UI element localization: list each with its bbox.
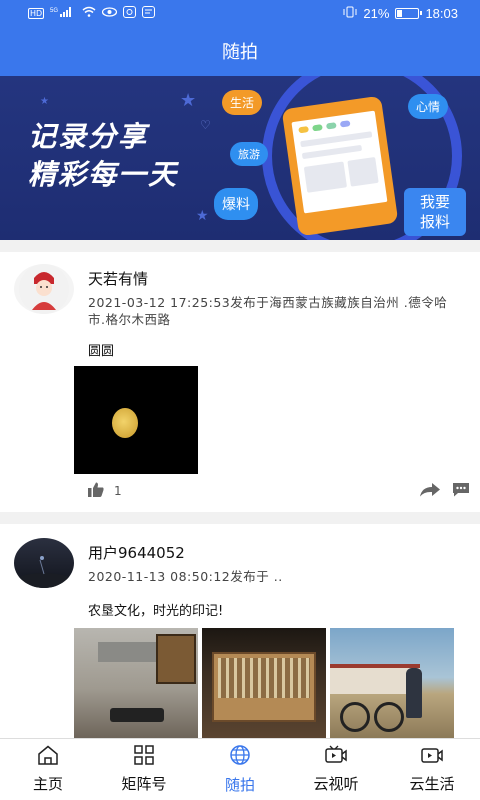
- report-button-line2: 报料: [419, 213, 450, 231]
- bottom-tab-bar: 主页 矩阵号 随拍 云视听 云生活: [0, 738, 480, 800]
- tab-matrix-label: 矩阵号: [121, 775, 167, 793]
- tab-snapshot-label: 随拍: [224, 776, 255, 794]
- tab-cloud-life-label: 云生活: [409, 775, 455, 793]
- tab-snapshot[interactable]: 随拍: [192, 739, 288, 800]
- status-bar: HD 5G 21% 18:03: [0, 0, 480, 26]
- tab-home-label: 主页: [32, 775, 63, 793]
- tab-cloud-av[interactable]: 云视听: [288, 739, 384, 800]
- bubble-news: 爆料: [214, 188, 258, 220]
- tab-cloud-life[interactable]: 云生活: [384, 739, 480, 800]
- tab-cloud-av-label: 云视听: [313, 775, 359, 793]
- post-username[interactable]: 天若有情: [88, 268, 148, 289]
- like-count: 1: [114, 484, 122, 498]
- comment-icon[interactable]: [452, 482, 470, 500]
- post-image[interactable]: [74, 628, 198, 738]
- star-icon: ★: [40, 96, 49, 107]
- like-icon[interactable]: [88, 482, 104, 500]
- svg-text:5G: 5G: [50, 8, 58, 14]
- tab-home[interactable]: 主页: [0, 739, 96, 800]
- bubble-mood: 心情: [408, 94, 449, 119]
- post-image[interactable]: [330, 628, 454, 738]
- banner-headline-line2: 精彩每一天: [28, 158, 179, 191]
- banner-headline: 记录分享 精彩每一天: [28, 118, 178, 194]
- home-icon: [37, 745, 59, 769]
- star-icon: ★: [180, 90, 197, 111]
- title-bar: 随拍: [0, 26, 480, 76]
- banner[interactable]: ★ ★ ★ ♡ 记录分享 精彩每一天 生活 心情 旅游 爆料 我要 报料: [0, 76, 480, 240]
- wifi-icon: [82, 6, 96, 20]
- star-icon: ★: [196, 208, 209, 224]
- post-actions: 1: [88, 482, 470, 500]
- signal-icon: 5G: [50, 6, 76, 21]
- video-icon: [420, 745, 444, 769]
- post-text: 圆圆: [88, 344, 115, 359]
- app-notification-icon: [123, 5, 137, 21]
- avatar[interactable]: [14, 264, 74, 314]
- battery-percent: 21%: [363, 5, 390, 21]
- share-icon[interactable]: [420, 482, 440, 500]
- report-button-line1: 我要: [419, 193, 450, 211]
- grid-icon: [133, 745, 155, 769]
- chat-notification-icon: [142, 5, 156, 21]
- post-text: 农垦文化，时光的印记!: [88, 604, 224, 619]
- post-meta: 2020-11-13 08:50:12发布于 ..: [88, 569, 283, 584]
- post-username[interactable]: 用户9644052: [88, 542, 185, 563]
- post-card[interactable]: 用户9644052 2020-11-13 08:50:12发布于 .. 农垦文化…: [0, 524, 480, 738]
- tab-matrix[interactable]: 矩阵号: [96, 739, 192, 800]
- vibrate-icon: [343, 6, 357, 21]
- battery-icon: [395, 7, 423, 19]
- page-title: 随拍: [222, 42, 258, 63]
- clock: 18:03: [425, 5, 458, 21]
- post-image[interactable]: [202, 628, 326, 738]
- globe-icon: [229, 744, 251, 770]
- post-image[interactable]: [74, 366, 198, 474]
- status-right: 21% 18:03: [343, 6, 458, 21]
- bubble-life: 生活: [222, 90, 263, 115]
- hd-icon: HD: [28, 7, 45, 19]
- avatar[interactable]: [14, 538, 74, 588]
- status-icons: HD 5G: [28, 5, 156, 21]
- heart-icon: ♡: [200, 118, 211, 132]
- report-button[interactable]: 我要 报料: [404, 188, 466, 236]
- banner-headline-line1: 记录分享: [28, 120, 149, 153]
- eye-icon: [102, 6, 118, 20]
- bubble-travel: 旅游: [230, 142, 268, 166]
- post-meta: 2021-03-12 17:25:53发布于海西蒙古族藏族自治州 .德令哈市.格…: [88, 295, 448, 327]
- tv-icon: [324, 745, 348, 769]
- phone-illustration: [281, 95, 399, 237]
- post-card[interactable]: 天若有情 2021-03-12 17:25:53发布于海西蒙古族藏族自治州 .德…: [0, 252, 480, 512]
